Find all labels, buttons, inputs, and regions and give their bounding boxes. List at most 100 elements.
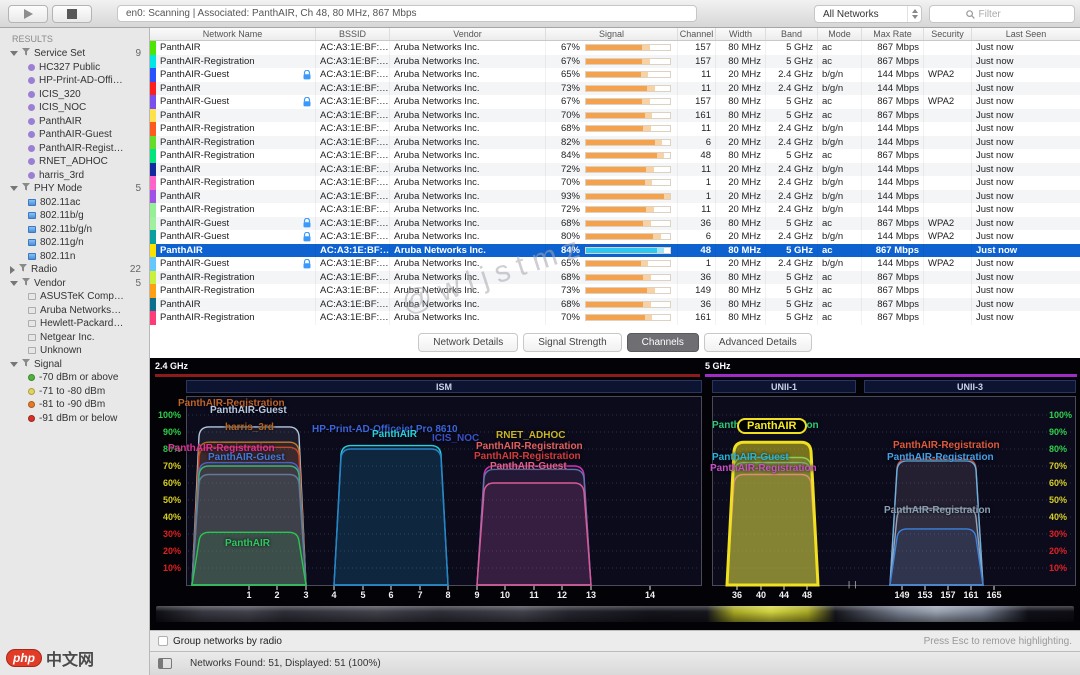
scan-stop-button[interactable] [52, 5, 92, 23]
sidebar-item-panthair-guest[interactable]: PanthAIR-Guest [0, 128, 149, 142]
column-header-width[interactable]: Width [716, 28, 766, 40]
sidebar-item-rnet-adhoc[interactable]: RNET_ADHOC [0, 155, 149, 169]
table-row[interactable]: PanthAIR-Registration AC:A3:1E:BF:… Aruba … [150, 149, 1080, 163]
column-header-security[interactable]: Security [924, 28, 972, 40]
sidebar-item-panthair-regist[interactable]: PanthAIR-Regist… [0, 142, 149, 156]
column-header-mode[interactable]: Mode [818, 28, 862, 40]
sidebar-item-panthair[interactable]: PanthAIR [0, 115, 149, 129]
column-header-channel[interactable]: Channel [678, 28, 716, 40]
vendor-cell: Aruba Networks Inc. [390, 311, 546, 325]
tab-signal-strength[interactable]: Signal Strength [523, 332, 622, 352]
table-row[interactable]: PanthAIR-Registration AC:A3:1E:BF:… Aruba … [150, 176, 1080, 190]
sidebar-item-802-11ac[interactable]: 802.11ac [0, 196, 149, 210]
sidebar-group-phy-mode[interactable]: PHY Mode 5 [0, 182, 149, 196]
table-row[interactable]: PanthAIR-Guest AC:A3:1E:BF:… Aruba Network… [150, 257, 1080, 271]
sidebar-item-hp-print-ad-offi[interactable]: HP-Print-AD-Offi… [0, 74, 149, 88]
sidebar-item-802-11n[interactable]: 802.11n [0, 250, 149, 264]
signal-bar [585, 192, 671, 200]
sidebar-item-91-dbm-or-below[interactable]: -91 dBm or below [0, 412, 149, 426]
table-row[interactable]: PanthAIR-Guest AC:A3:1E:BF:… Aruba Network… [150, 230, 1080, 244]
table-row[interactable]: PanthAIR-Guest AC:A3:1E:BF:… Aruba Network… [150, 68, 1080, 82]
sidebar-group-vendor[interactable]: Vendor 5 [0, 277, 149, 291]
disclosure-collapsed-icon[interactable] [10, 265, 15, 274]
sidebar-item-netgear-inc[interactable]: Netgear Inc. [0, 331, 149, 345]
signal-bar [585, 111, 671, 119]
channel-cell: 48 [678, 149, 716, 163]
table-row[interactable]: PanthAIR AC:A3:1E:BF:… Aruba Networks Inc.… [150, 108, 1080, 122]
sidebar-item-aruba-networks[interactable]: Aruba Networks… [0, 304, 149, 318]
table-row[interactable]: PanthAIR-Registration AC:A3:1E:BF:… Aruba … [150, 284, 1080, 298]
sidebar-item-icis-320[interactable]: ICIS_320 [0, 88, 149, 102]
sidebar-item-802-11b-g-n[interactable]: 802.11b/g/n [0, 223, 149, 237]
table-row[interactable]: PanthAIR AC:A3:1E:BF:… Aruba Networks Inc.… [150, 297, 1080, 311]
sidebar-item-unknown[interactable]: Unknown [0, 344, 149, 358]
filter-search-box[interactable] [929, 5, 1075, 23]
disclosure-expanded-icon[interactable] [10, 280, 18, 286]
band-cell: 5 GHz [766, 41, 818, 55]
channel-tick-4: 4 [331, 590, 337, 600]
column-header-network-name[interactable]: Network Name [150, 28, 316, 40]
table-row[interactable]: PanthAIR-Registration AC:A3:1E:BF:… Aruba … [150, 270, 1080, 284]
sidebar-group-radio[interactable]: Radio 22 [0, 263, 149, 277]
security-cell [924, 81, 972, 95]
sidebar-item-71-to-80-dbm[interactable]: -71 to -80 dBm [0, 385, 149, 399]
table-row[interactable]: PanthAIR-Registration AC:A3:1E:BF:… Aruba … [150, 135, 1080, 149]
sidebar-group-label: Service Set [34, 48, 86, 60]
scan-start-button[interactable] [8, 5, 48, 23]
column-header-max-rate[interactable]: Max Rate [862, 28, 924, 40]
vendor-cell: Aruba Networks Inc. [390, 68, 546, 82]
y-tick-right-100: 100% [1049, 410, 1073, 420]
table-row[interactable]: PanthAIR AC:A3:1E:BF:… Aruba Networks Inc.… [150, 243, 1080, 257]
sidebar-item-hc327-public[interactable]: HC327 Public [0, 61, 149, 75]
table-row[interactable]: PanthAIR-Guest AC:A3:1E:BF:… Aruba Network… [150, 95, 1080, 109]
network-name-text: PanthAIR [160, 42, 201, 54]
table-row[interactable]: PanthAIR AC:A3:1E:BF:… Aruba Networks Inc.… [150, 81, 1080, 95]
table-row[interactable]: PanthAIR-Registration AC:A3:1E:BF:… Aruba … [150, 311, 1080, 325]
spectrum-label-panthair-guest-1: PanthAIR-Guest [210, 405, 287, 416]
column-header-vendor[interactable]: Vendor [390, 28, 546, 40]
disclosure-expanded-icon[interactable] [10, 51, 18, 57]
table-row[interactable]: PanthAIR-Registration AC:A3:1E:BF:… Aruba … [150, 203, 1080, 217]
sidebar-item-802-11b-g[interactable]: 802.11b/g [0, 209, 149, 223]
column-header-bssid[interactable]: BSSID [316, 28, 390, 40]
sidebar-group-service-set[interactable]: Service Set 9 [0, 47, 149, 61]
security-cell [924, 270, 972, 284]
sidebar-item-asustek-comp[interactable]: ASUSTeK Comp… [0, 290, 149, 304]
sidebar-item-81-to-90-dbm[interactable]: -81 to -90 dBm [0, 398, 149, 412]
group-by-radio-checkbox[interactable] [158, 636, 168, 646]
signal-bar [585, 44, 671, 52]
channel-tick-8: 8 [445, 590, 451, 600]
bssid-cell: AC:A3:1E:BF:… [316, 68, 390, 82]
sidebar-item-harris-3rd[interactable]: harris_3rd [0, 169, 149, 183]
dropdown-stepper-icon[interactable] [907, 6, 921, 22]
sidebar-item-hewlett-packard[interactable]: Hewlett-Packard… [0, 317, 149, 331]
view-tabs: Network Details Signal Strength Channels Ad… [150, 326, 1080, 358]
tab-network-details[interactable]: Network Details [418, 332, 519, 352]
table-row[interactable]: PanthAIR-Guest AC:A3:1E:BF:… Aruba Network… [150, 216, 1080, 230]
channel-tick-14: 14 [644, 590, 655, 600]
sidebar-item-802-11g-n[interactable]: 802.11g/n [0, 236, 149, 250]
signal-cell: 72% [546, 203, 678, 217]
table-row[interactable]: PanthAIR AC:A3:1E:BF:… Aruba Networks Inc.… [150, 189, 1080, 203]
sidebar-group-signal[interactable]: Signal [0, 358, 149, 372]
sidebar-toggle-icon[interactable] [158, 658, 172, 669]
signal-bar [585, 260, 671, 268]
sidebar-item-70-dbm-or-above[interactable]: -70 dBm or above [0, 371, 149, 385]
mode-cell: b/g/n [818, 230, 862, 244]
last-seen-cell: Just now [976, 42, 1014, 54]
disclosure-expanded-icon[interactable] [10, 186, 18, 192]
network-filter-dropdown[interactable]: All Networks [814, 5, 922, 23]
tab-channels[interactable]: Channels [626, 332, 699, 352]
table-row[interactable]: PanthAIR-Registration AC:A3:1E:BF:… Aruba … [150, 122, 1080, 136]
column-header-last-seen[interactable]: Last Seen [972, 28, 1080, 40]
table-row[interactable]: PanthAIR AC:A3:1E:BF:… Aruba Networks Inc.… [150, 41, 1080, 55]
sidebar-item-icis-noc[interactable]: ICIS_NOC [0, 101, 149, 115]
tab-advanced-details[interactable]: Advanced Details [703, 332, 812, 352]
spectrum-label-panthair-registration-16: PanthAIR-Registration [893, 440, 1000, 451]
disclosure-expanded-icon[interactable] [10, 361, 18, 367]
table-row[interactable]: PanthAIR-Registration AC:A3:1E:BF:… Aruba … [150, 54, 1080, 68]
filter-input[interactable] [978, 8, 1039, 20]
table-row[interactable]: PanthAIR AC:A3:1E:BF:… Aruba Networks Inc.… [150, 162, 1080, 176]
column-header-band[interactable]: Band [766, 28, 818, 40]
column-header-signal[interactable]: Signal [546, 28, 678, 40]
